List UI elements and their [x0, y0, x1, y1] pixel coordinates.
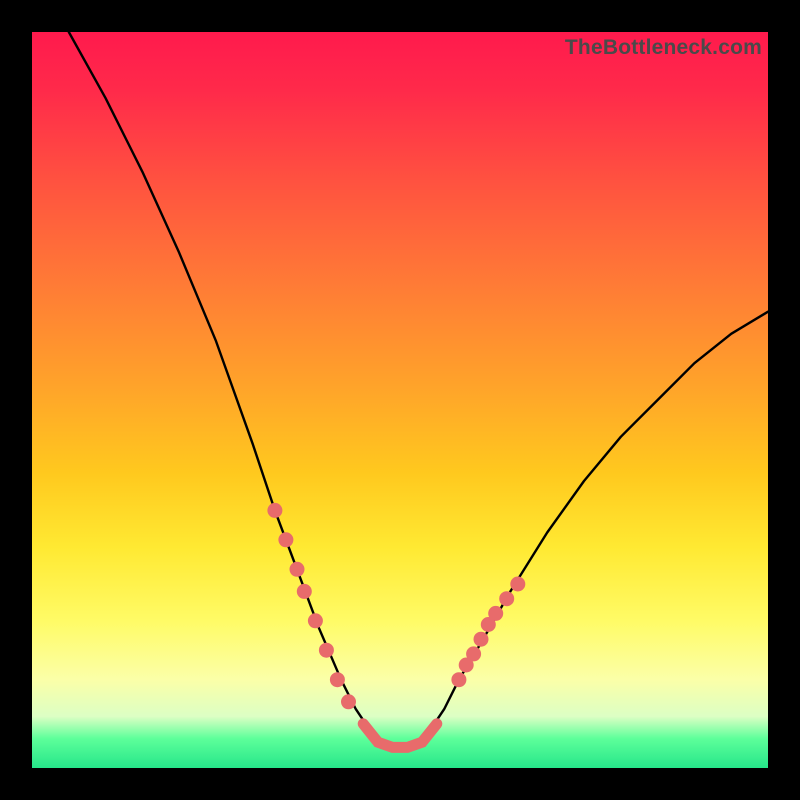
highlight-dot: [319, 643, 334, 658]
trough-highlight: [363, 724, 437, 748]
highlight-dot: [330, 672, 345, 687]
highlight-dot: [278, 532, 293, 547]
highlight-dot: [308, 613, 323, 628]
highlight-dot: [474, 632, 489, 647]
bottleneck-curve: [69, 32, 768, 750]
highlight-dot: [499, 591, 514, 606]
highlight-dot: [466, 646, 481, 661]
chart-overlay: [32, 32, 768, 768]
dots-right-branch: [451, 577, 525, 688]
plot-area: TheBottleneck.com: [32, 32, 768, 768]
highlight-dot: [451, 672, 466, 687]
chart-frame: TheBottleneck.com: [0, 0, 800, 800]
highlight-dot: [488, 606, 503, 621]
highlight-dot: [267, 503, 282, 518]
highlight-dot: [510, 577, 525, 592]
highlight-dot: [341, 694, 356, 709]
highlight-dot: [290, 562, 305, 577]
highlight-dot: [297, 584, 312, 599]
